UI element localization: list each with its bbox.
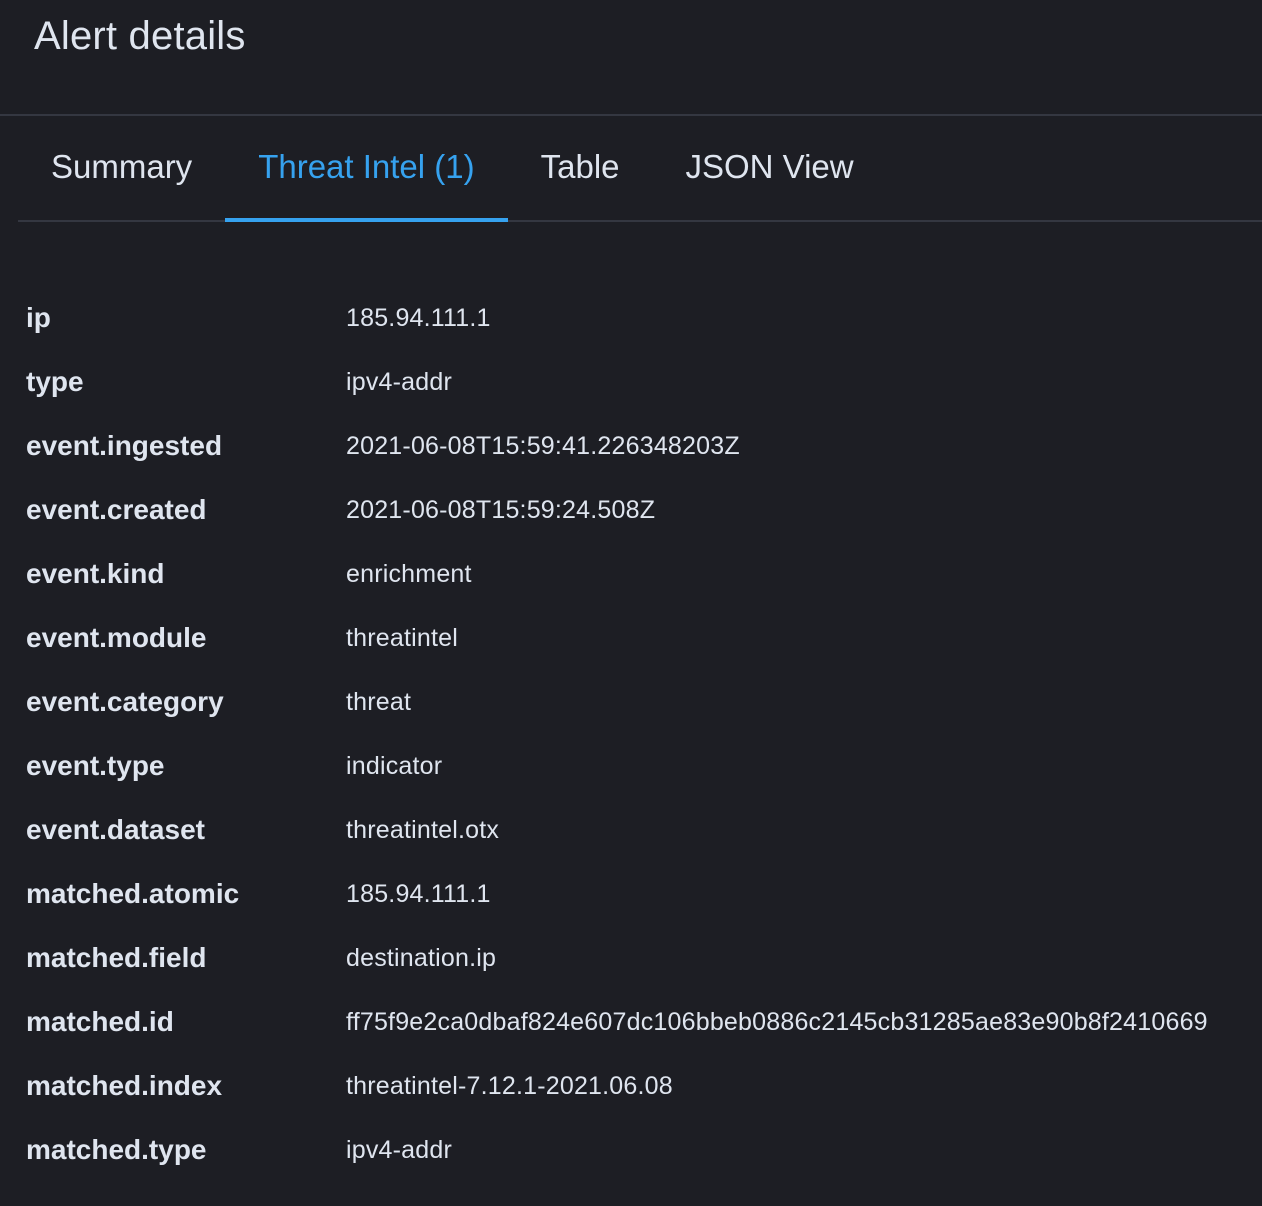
field-row: ip 185.94.111.1 (26, 286, 1262, 350)
field-row: event.type indicator (26, 734, 1262, 798)
field-name: event.module (26, 622, 207, 653)
field-row: event.ingested 2021-06-08T15:59:41.22634… (26, 414, 1262, 478)
field-row: matched.type ipv4-addr (26, 1118, 1262, 1182)
field-value: threatintel-7.12.1-2021.06.08 (346, 1071, 673, 1100)
tab-bar: Summary Threat Intel (1) Table JSON View (18, 116, 1262, 222)
field-name: matched.field (26, 942, 207, 973)
field-value: ipv4-addr (346, 1135, 453, 1164)
field-name: matched.index (26, 1070, 223, 1101)
field-value: indicator (346, 751, 443, 780)
field-row: event.kind enrichment (26, 542, 1262, 606)
field-name: matched.atomic (26, 878, 240, 909)
field-row: matched.field destination.ip (26, 926, 1262, 990)
field-row: event.dataset threatintel.otx (26, 798, 1262, 862)
tab-threat-intel[interactable]: Threat Intel (1) (225, 116, 509, 222)
field-value: ipv4-addr (346, 367, 453, 396)
page-title: Alert details (34, 14, 246, 58)
panel-header: Alert details (0, 0, 1262, 116)
field-value: threatintel (346, 623, 458, 652)
tab-table[interactable]: Table (508, 116, 653, 220)
tab-json-view[interactable]: JSON View (653, 116, 887, 220)
field-value: 185.94.111.1 (346, 303, 491, 332)
field-value: enrichment (346, 559, 472, 588)
field-name: matched.id (26, 1006, 174, 1037)
field-row: event.module threatintel (26, 606, 1262, 670)
field-row: matched.atomic 185.94.111.1 (26, 862, 1262, 926)
field-name: event.dataset (26, 814, 205, 845)
field-value: ff75f9e2ca0dbaf824e607dc106bbeb0886c2145… (346, 1007, 1208, 1036)
threat-intel-fields: ip 185.94.111.1 type ipv4-addr event.ing… (26, 286, 1262, 1182)
alert-details-panel: Alert details Summary Threat Intel (1) T… (0, 0, 1262, 1206)
field-value: 2021-06-08T15:59:41.226348203Z (346, 431, 740, 460)
field-row: event.created 2021-06-08T15:59:24.508Z (26, 478, 1262, 542)
field-row: matched.index threatintel-7.12.1-2021.06… (26, 1054, 1262, 1118)
field-name: type (26, 366, 84, 397)
field-value: 2021-06-08T15:59:24.508Z (346, 495, 656, 524)
field-name: matched.type (26, 1134, 207, 1165)
tab-summary[interactable]: Summary (18, 116, 225, 220)
field-value: threat (346, 687, 412, 716)
field-row: event.category threat (26, 670, 1262, 734)
field-row: matched.id ff75f9e2ca0dbaf824e607dc106bb… (26, 990, 1262, 1054)
field-value: destination.ip (346, 943, 497, 972)
field-name: ip (26, 302, 51, 333)
field-name: event.type (26, 750, 165, 781)
field-name: event.ingested (26, 430, 223, 461)
field-value: threatintel.otx (346, 815, 500, 844)
field-name: event.category (26, 686, 224, 717)
field-row: type ipv4-addr (26, 350, 1262, 414)
field-name: event.created (26, 494, 207, 525)
field-value: 185.94.111.1 (346, 879, 491, 908)
field-name: event.kind (26, 558, 165, 589)
